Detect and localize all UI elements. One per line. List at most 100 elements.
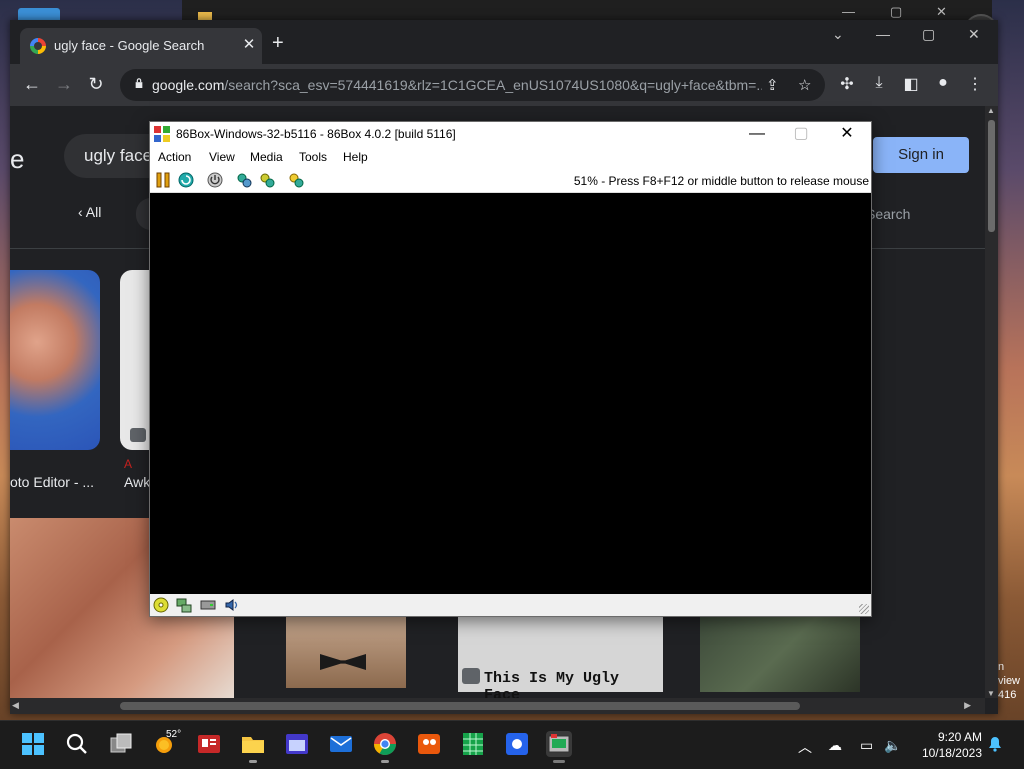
close-icon[interactable]: ✕ [936,4,947,20]
image-result[interactable] [286,616,406,688]
maximize-button[interactable]: ▢ [922,26,935,43]
spreadsheet-app-icon[interactable] [460,731,486,757]
settings-icon[interactable] [236,172,252,188]
network-icon[interactable] [176,597,192,613]
mail-icon[interactable] [328,731,354,757]
86box-taskbar-icon[interactable] [546,731,572,763]
status-bar [150,594,871,616]
people-app-icon[interactable] [416,731,442,757]
chrome-icon[interactable] [372,731,398,763]
file-explorer-icon[interactable] [240,731,266,763]
maximize-icon[interactable]: ▢ [890,4,902,20]
chevron-up-icon[interactable]: ︿ [798,737,812,757]
bookmark-star-icon[interactable]: ☆ [798,76,811,94]
profile-icon[interactable]: ● [932,74,954,92]
menu-help[interactable]: Help [343,150,368,164]
image-caption[interactable]: oto Editor - ... [10,474,94,490]
display-icon[interactable]: ▭ [860,737,873,754]
sound-icon[interactable] [224,597,240,613]
tab-title: ugly face - Google Search [54,38,205,53]
task-view-icon[interactable] [108,731,134,757]
maximize-button[interactable]: ▢ [781,123,821,145]
image-result[interactable]: This Is My Ugly Face [458,616,663,698]
menu-action[interactable]: Action [158,150,191,164]
news-app-icon[interactable] [196,731,222,757]
86box-window: 86Box-Windows-32-b5116 - 86Box 4.0.2 [bu… [149,121,872,617]
tag-icon [130,428,146,442]
tab-all[interactable]: ‹ All [78,204,101,220]
reload-icon[interactable]: ↻ [84,74,108,95]
tab-google-search[interactable]: ugly face - Google Search ✕ [20,28,262,64]
close-button[interactable]: ✕ [827,123,867,145]
extensions-puzzle-icon[interactable]: ✣ [836,74,858,94]
image-text: This Is My Ugly Face [484,670,620,698]
clock[interactable]: 9:20 AM 10/18/2023 [918,729,982,761]
scroll-up-icon[interactable]: ▲ [987,106,995,115]
tab-search-icon[interactable]: ⌄ [832,26,844,43]
title-bar[interactable]: 86Box-Windows-32-b5116 - 86Box 4.0.2 [bu… [150,122,871,146]
scroll-thumb[interactable] [988,120,995,232]
image-result[interactable] [10,270,100,450]
minimize-button[interactable]: — [876,26,890,42]
screenshot-icon[interactable] [288,172,304,188]
volume-icon[interactable]: 🔈 [884,737,901,754]
browser-toolbar: ← → ↻ google.com/search?sca_esv=57444161… [10,64,998,106]
brightness-app-icon[interactable] [504,731,530,757]
86box-icon [154,126,170,142]
image-caption[interactable]: Awk [124,474,150,490]
ctrl-alt-del-icon[interactable] [178,172,194,188]
menu-kebab-icon[interactable]: ⋮ [964,74,986,94]
search-icon[interactable] [64,731,90,757]
hard-disk-icon[interactable] [200,597,216,613]
tab-close-icon[interactable]: ✕ [240,35,258,53]
image-source: A [124,457,133,471]
scroll-thumb[interactable] [120,702,800,710]
sign-in-button[interactable]: Sign in [873,137,969,173]
calendar-app-icon[interactable] [284,731,310,757]
start-windows-icon[interactable] [20,731,46,757]
image-result[interactable] [700,616,860,692]
address-bar[interactable]: google.com/search?sca_esv=574441619&rlz=… [120,69,825,101]
onedrive-cloud-icon[interactable]: ☁ [828,737,842,754]
minimize-button[interactable]: — [737,123,777,145]
lock-icon[interactable] [134,78,144,88]
window-title: 86Box-Windows-32-b5116 - 86Box 4.0.2 [bu… [176,127,456,141]
pause-icon[interactable] [155,172,171,188]
mouse-status-message: 51% - Press F8+F12 or middle button to r… [573,174,869,188]
settings-icon[interactable] [259,172,275,188]
google-favicon-icon [30,38,46,54]
menu-view[interactable]: View [209,150,235,164]
cdrom-icon[interactable] [153,597,169,613]
minimize-icon[interactable]: — [842,4,855,19]
download-icon[interactable]: ⤓ [868,74,890,92]
menu-tools[interactable]: Tools [299,150,327,164]
tag-icon [462,668,480,684]
horizontal-scrollbar[interactable]: ◀ ▶ [10,698,985,714]
share-icon[interactable]: ⇪ [766,76,779,94]
close-button[interactable]: ✕ [968,26,980,43]
search-link[interactable]: Search [866,206,910,222]
side-panel-icon[interactable]: ◧ [900,74,922,94]
emulator-screen[interactable] [150,193,871,594]
clock-date: 10/18/2023 [921,746,982,760]
notification-bell-icon[interactable] [988,736,1002,752]
new-tab-button[interactable]: + [272,32,284,55]
weather-temperature: 52° [166,729,182,740]
taskbar: 52° ︿ ☁ ▭ 🔈 9:20 AM 10/18/2023 [0,720,1024,769]
scroll-down-icon[interactable]: ▼ [987,689,995,698]
menu-bar: Action View Media Tools Help [150,146,871,168]
clock-time: 9:20 AM [937,730,982,744]
background-window-text: n view 416 [998,661,1021,701]
google-logo-fragment[interactable]: e [10,144,24,175]
image-result[interactable] [120,270,150,450]
power-icon[interactable] [207,172,223,188]
bow-tie [320,654,366,670]
url-text: google.com/search?sca_esv=574441619&rlz=… [152,77,762,93]
menu-media[interactable]: Media [250,150,283,164]
resize-grip[interactable] [859,604,869,614]
vertical-scrollbar[interactable]: ▲ ▼ [985,106,998,698]
scroll-left-icon[interactable]: ◀ [12,700,19,711]
scroll-right-icon[interactable]: ▶ [964,700,971,711]
back-arrow-icon[interactable]: ← [20,74,44,95]
forward-arrow-icon[interactable]: → [52,74,76,95]
